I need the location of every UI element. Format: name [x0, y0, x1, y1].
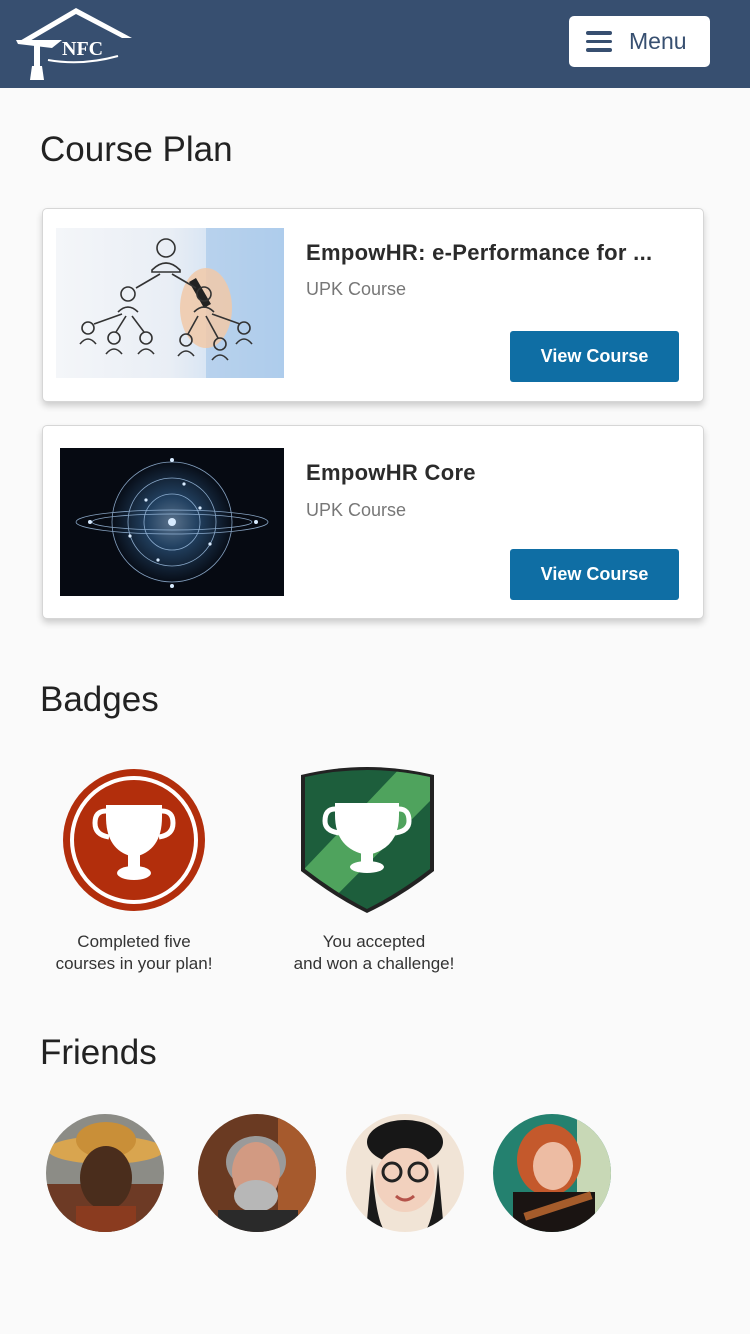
badge-won-challenge[interactable] — [299, 765, 436, 913]
course-type: UPK Course — [306, 279, 407, 299]
menu-button[interactable]: Menu — [569, 16, 710, 67]
badge-caption: Completed five courses in your plan! — [55, 932, 213, 973]
friends-heading: Friends — [40, 1033, 157, 1072]
avatar-friend-1[interactable] — [46, 1114, 164, 1232]
avatar-friend-3[interactable] — [346, 1114, 464, 1232]
menu-label: Menu — [629, 28, 687, 54]
course-card[interactable]: EmpowHR Core UPK Course View Course — [42, 425, 704, 619]
course-title[interactable]: EmpowHR: e-Performance for ... — [306, 240, 652, 266]
course-type: UPK Course — [306, 500, 407, 520]
view-course-button[interactable]: View Course — [510, 549, 679, 600]
logo-text: NFC — [62, 38, 103, 60]
hamburger-icon — [586, 31, 612, 52]
badge-caption: You accepted and won a challenge! — [293, 932, 455, 973]
avatar-friend-4[interactable] — [493, 1114, 611, 1232]
badge-completed-five[interactable] — [63, 769, 205, 911]
view-course-button[interactable]: View Course — [510, 331, 679, 382]
avatar-friend-2[interactable] — [198, 1114, 316, 1232]
trophy-icon — [301, 767, 434, 913]
course-card[interactable]: EmpowHR: e-Performance for ... UPK Cours… — [42, 208, 704, 402]
app-header: NFC Menu — [0, 0, 750, 88]
org-chart-image — [56, 228, 284, 378]
course-plan-heading: Course Plan — [40, 130, 233, 169]
course-title[interactable]: EmpowHR Core — [306, 460, 476, 486]
badges-heading: Badges — [40, 680, 159, 719]
nfc-logo[interactable]: NFC — [12, 4, 136, 84]
network-globe-image — [60, 448, 284, 596]
trophy-icon — [63, 769, 205, 911]
